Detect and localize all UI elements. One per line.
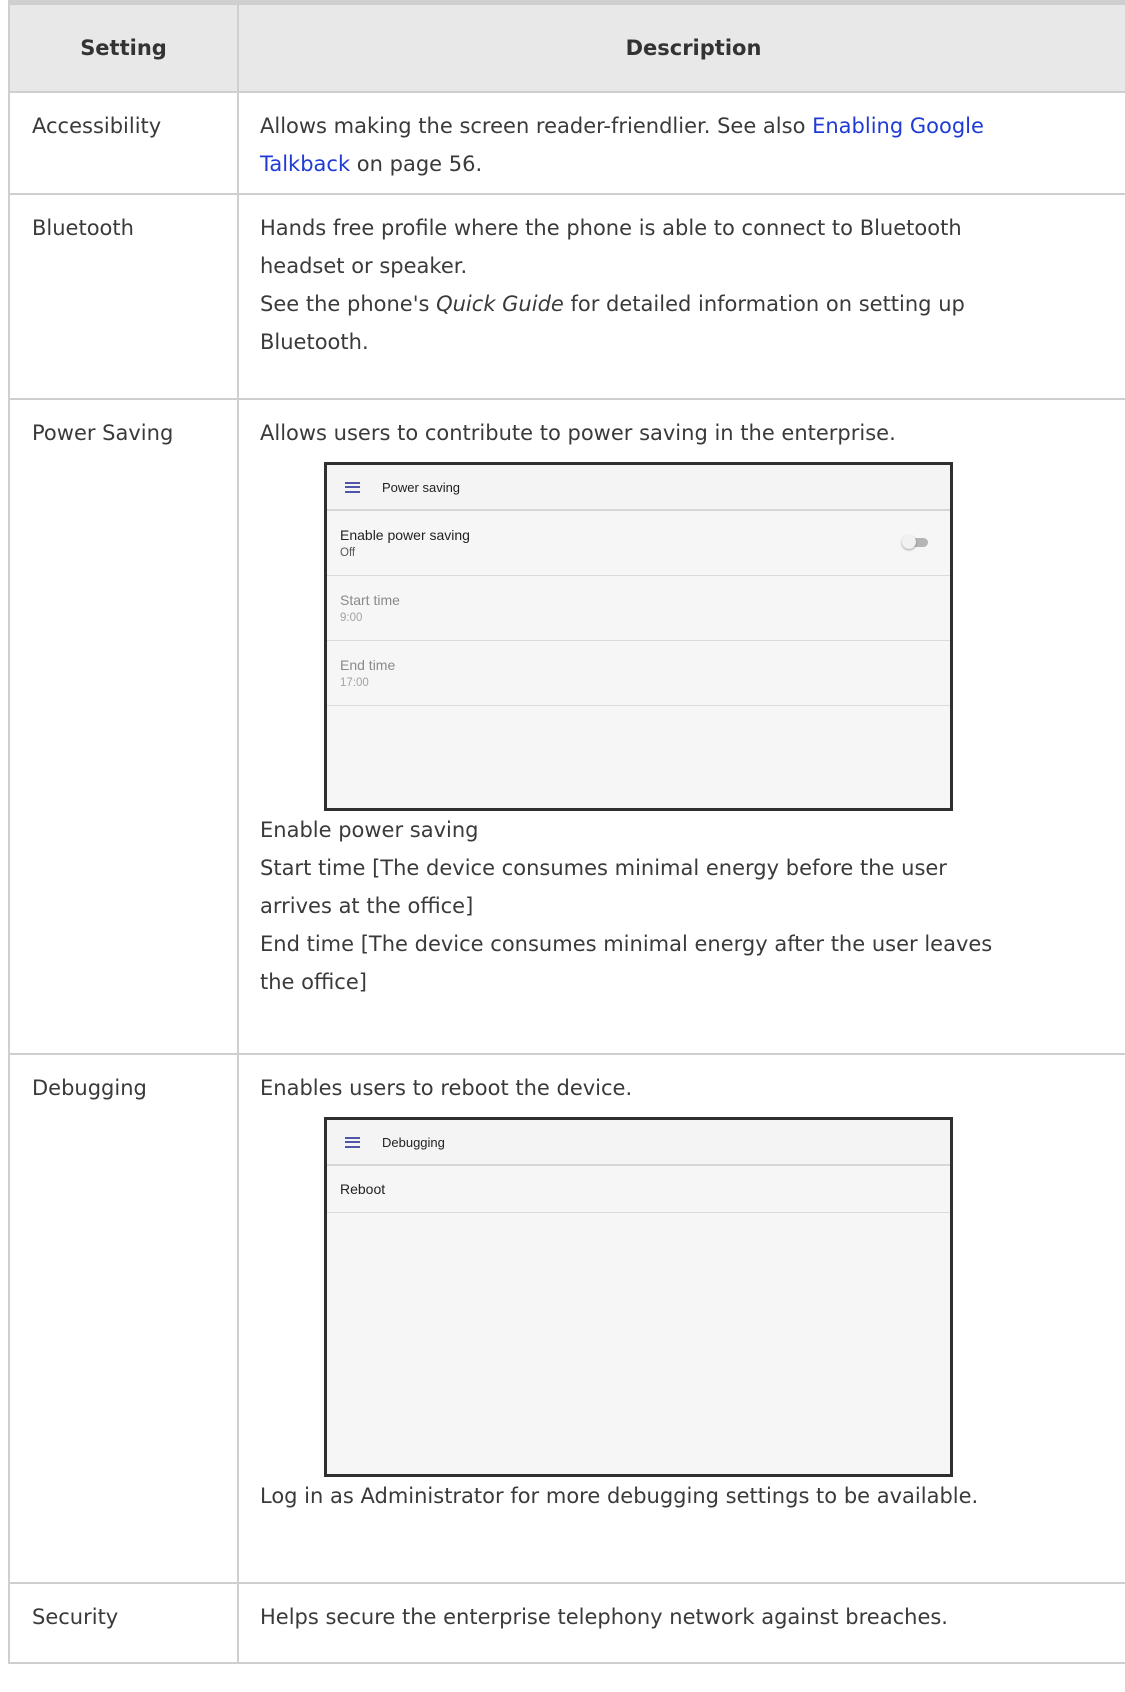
reboot-title: Reboot <box>340 1181 386 1197</box>
power-saving-screenshot: Power saving Enable power saving Off Sta… <box>324 462 953 811</box>
bluetooth-line-3-suffix: for detailed information on setting up <box>563 292 965 316</box>
bluetooth-line-4: Bluetooth. <box>260 330 369 354</box>
bluetooth-line-1: Hands free profile where the phone is ab… <box>260 216 962 240</box>
enable-power-saving-value: Off <box>340 547 356 559</box>
accessibility-desc-prefix: Allows making the screen reader-friendli… <box>260 114 813 138</box>
setting-name-accessibility: Accessibility <box>8 91 239 195</box>
setting-name-power-saving: Power Saving <box>8 398 239 1055</box>
bluetooth-line-3-prefix: See the phone's <box>260 292 437 316</box>
power-saving-screen-header: Power saving <box>327 465 950 511</box>
end-time-title: End time <box>340 657 396 673</box>
end-time-item[interactable]: End time 17:00 <box>327 641 950 706</box>
bluetooth-line-2: headset or speaker. <box>260 254 468 278</box>
description-security: Helps secure the enterprise telephony ne… <box>237 1582 1125 1664</box>
debugging-note: Log in as Administrator for more debuggi… <box>260 1484 979 1508</box>
enable-power-saving-title: Enable power saving <box>340 527 470 543</box>
accessibility-line-2: Talkback on page 56. <box>260 145 1125 183</box>
settings-table: Setting Description Accessibility Allows… <box>8 0 1125 1664</box>
start-time-item[interactable]: Start time 9:00 <box>327 576 950 641</box>
accessibility-line-1: Allows making the screen reader-friendli… <box>260 107 1125 145</box>
table-row-power-saving: Power Saving Allows users to contribute … <box>8 398 1125 1055</box>
description-bluetooth: Hands free profile where the phone is ab… <box>237 193 1125 400</box>
setting-name-bluetooth: Bluetooth <box>8 193 239 400</box>
power-saving-line-enable: Enable power saving <box>260 818 479 842</box>
debugging-intro: Enables users to reboot the device. <box>260 1076 633 1100</box>
enable-power-saving-item[interactable]: Enable power saving Off <box>327 511 950 576</box>
reboot-item[interactable]: Reboot <box>327 1166 950 1213</box>
debugging-screenshot: Debugging Reboot <box>324 1117 953 1477</box>
power-saving-line-end-2: the office] <box>260 970 367 994</box>
header-setting: Setting <box>8 0 239 93</box>
power-saving-line-start-2: arrives at the office] <box>260 894 474 918</box>
start-time-title: Start time <box>340 592 400 608</box>
quick-guide-reference: Quick Guide <box>436 292 564 316</box>
power-saving-intro: Allows users to contribute to power savi… <box>260 421 896 445</box>
setting-name-security: Security <box>8 1582 239 1664</box>
power-saving-screen-title: Power saving <box>382 479 461 495</box>
debugging-screen-title: Debugging <box>382 1134 445 1150</box>
link-enabling-google-talkback[interactable]: Enabling Google <box>812 114 984 138</box>
power-saving-line-end-1: End time [The device consumes minimal en… <box>260 932 993 956</box>
header-description: Description <box>237 0 1125 93</box>
table-row-security: Security Helps secure the enterprise tel… <box>8 1582 1125 1664</box>
table-row-debugging: Debugging Enables users to reboot the de… <box>8 1053 1125 1584</box>
bluetooth-line-3: See the phone's Quick Guide for detailed… <box>260 285 1125 323</box>
accessibility-desc-suffix: on page 56. <box>350 152 483 176</box>
menu-icon[interactable] <box>345 481 360 493</box>
description-power-saving: Allows users to contribute to power savi… <box>237 398 1125 1055</box>
power-saving-toggle[interactable] <box>902 535 928 549</box>
end-time-value: 17:00 <box>340 677 369 689</box>
table-header-row: Setting Description <box>8 0 1125 93</box>
description-accessibility: Allows making the screen reader-friendli… <box>237 91 1125 195</box>
link-enabling-google-talkback-cont[interactable]: Talkback <box>260 152 350 176</box>
start-time-value: 9:00 <box>340 612 363 624</box>
menu-icon[interactable] <box>345 1136 360 1148</box>
debugging-screen-header: Debugging <box>327 1120 950 1166</box>
table-row-accessibility: Accessibility Allows making the screen r… <box>8 91 1125 195</box>
description-debugging: Enables users to reboot the device. Debu… <box>237 1053 1125 1584</box>
power-saving-line-start-1: Start time [The device consumes minimal … <box>260 856 947 880</box>
table-row-bluetooth: Bluetooth Hands free profile where the p… <box>8 193 1125 400</box>
setting-name-debugging: Debugging <box>8 1053 239 1584</box>
